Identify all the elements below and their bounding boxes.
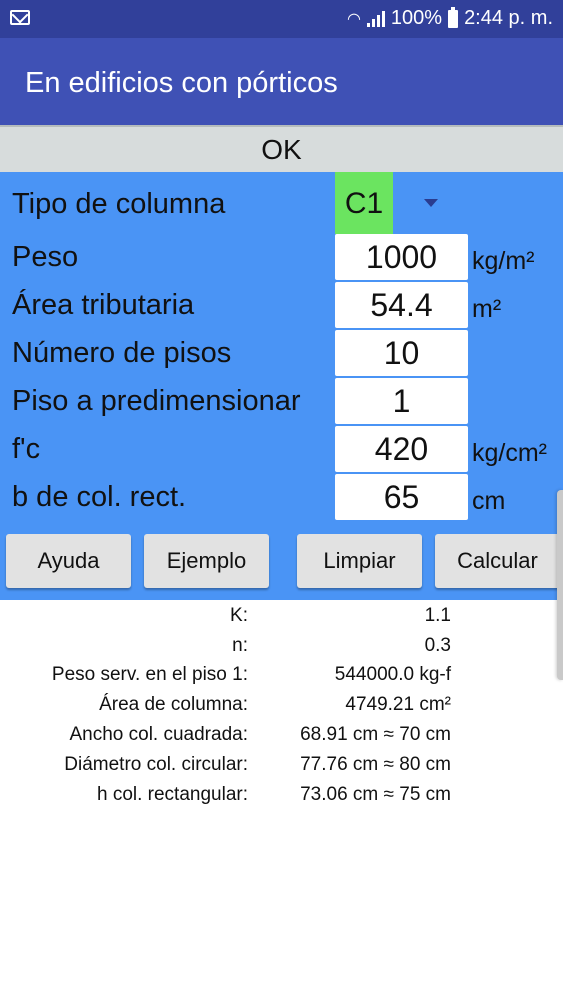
status-right: ◠ 100% 2:44 p. m. bbox=[346, 6, 553, 30]
tributary-area-label: Área tributaria bbox=[12, 289, 195, 321]
battery-icon bbox=[448, 6, 459, 28]
tributary-area-unit: m² bbox=[472, 295, 502, 323]
status-bar: ◠ 100% 2:44 p. m. bbox=[0, 0, 563, 38]
fc-label: f'c bbox=[12, 433, 41, 465]
result-label-column-area: Área de columna: bbox=[99, 694, 248, 715]
floors-input[interactable]: 10 bbox=[335, 330, 468, 376]
edge-panel-handle[interactable] bbox=[557, 490, 563, 680]
result-label-square-width: Ancho col. cuadrada: bbox=[69, 724, 248, 745]
fc-input[interactable]: 420 bbox=[335, 426, 468, 472]
column-type-label: Tipo de columna bbox=[12, 188, 226, 220]
result-value-rect-height: 73.06 cm ≈ 75 cm bbox=[300, 784, 451, 805]
result-label-service-weight: Peso serv. en el piso 1: bbox=[51, 664, 248, 685]
calculate-button[interactable]: Calcular bbox=[435, 534, 560, 588]
dropdown-arrow-icon[interactable] bbox=[424, 199, 438, 207]
clock: 2:44 p. m. bbox=[464, 7, 553, 29]
floor-to-size-label: Piso a predimensionar bbox=[12, 385, 301, 417]
ok-button[interactable]: OK bbox=[0, 125, 563, 172]
column-type-select[interactable]: C1 bbox=[335, 172, 393, 234]
rect-col-b-label: b de col. rect. bbox=[12, 481, 187, 513]
rect-col-b-unit: cm bbox=[472, 487, 506, 515]
app-bar: En edificios con pórticos bbox=[0, 38, 563, 125]
weight-input[interactable]: 1000 bbox=[335, 234, 468, 280]
floors-label: Número de pisos bbox=[12, 337, 232, 369]
result-label-rect-height: h col. rectangular: bbox=[96, 784, 248, 805]
result-value-service-weight: 544000.0 kg-f bbox=[334, 664, 451, 685]
result-value-square-width: 68.91 cm ≈ 70 cm bbox=[300, 724, 451, 745]
fc-unit: kg/cm² bbox=[472, 439, 547, 467]
clear-button[interactable]: Limpiar bbox=[297, 534, 422, 588]
result-label-n: n: bbox=[232, 635, 248, 656]
help-button[interactable]: Ayuda bbox=[6, 534, 131, 588]
results-panel: K: 1.1 n: 0.3 Peso serv. en el piso 1: 5… bbox=[0, 600, 563, 1000]
input-form: Tipo de columna C1 Peso 1000 kg/m² Área … bbox=[0, 172, 563, 600]
result-value-k: 1.1 bbox=[424, 605, 451, 626]
floor-to-size-input[interactable]: 1 bbox=[335, 378, 468, 424]
result-label-circular-diameter: Diámetro col. circular: bbox=[64, 754, 248, 775]
page-title: En edificios con pórticos bbox=[25, 67, 338, 99]
mail-icon bbox=[10, 10, 30, 25]
wifi-icon: ◠ bbox=[346, 10, 361, 28]
rect-col-b-input[interactable]: 65 bbox=[335, 474, 468, 520]
battery-percent: 100% bbox=[390, 7, 443, 29]
result-value-n: 0.3 bbox=[424, 635, 451, 656]
result-value-circular-diameter: 77.76 cm ≈ 80 cm bbox=[300, 754, 451, 775]
signal-icon bbox=[366, 10, 385, 27]
example-button[interactable]: Ejemplo bbox=[144, 534, 269, 588]
tributary-area-input[interactable]: 54.4 bbox=[335, 282, 468, 328]
weight-unit: kg/m² bbox=[472, 247, 535, 275]
weight-label: Peso bbox=[12, 241, 79, 273]
result-value-column-area: 4749.21 cm² bbox=[345, 694, 451, 715]
result-label-k: K: bbox=[230, 605, 248, 626]
